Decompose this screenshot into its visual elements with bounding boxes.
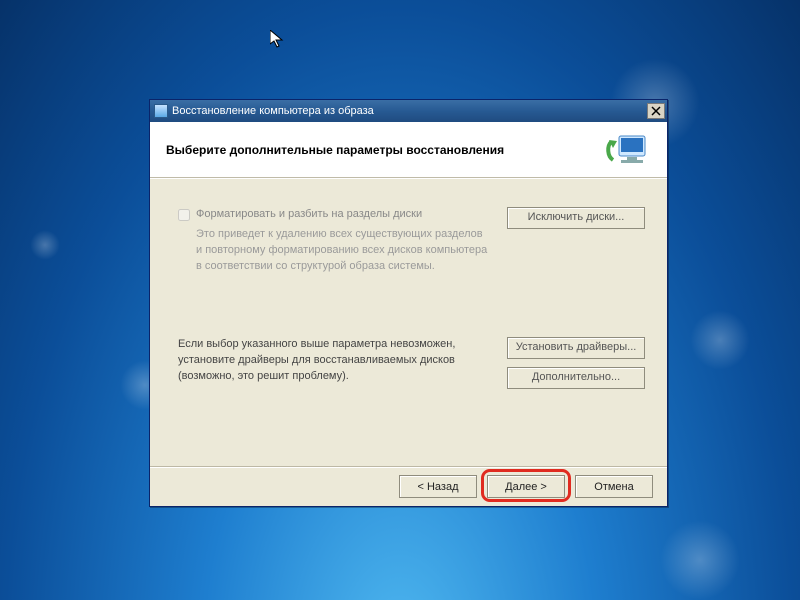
restore-dialog: Восстановление компьютера из образа Выбе…: [149, 99, 668, 507]
window-title: Восстановление компьютера из образа: [172, 105, 647, 117]
cancel-button[interactable]: Отмена: [575, 475, 653, 498]
exclude-disks-label: Исключить диски...: [528, 210, 625, 226]
bg-flare: [660, 520, 740, 600]
wizard-header-title: Выберите дополнительные параметры восста…: [166, 143, 603, 157]
format-checkbox-text: Форматировать и разбить на разделы диски: [196, 207, 422, 223]
format-checkbox-label[interactable]: Форматировать и разбить на разделы диски: [178, 207, 497, 223]
wizard-header: Выберите дополнительные параметры восста…: [150, 122, 667, 178]
close-button[interactable]: [647, 103, 665, 119]
cursor-icon: [270, 30, 290, 50]
drivers-help-row: Если выбор указанного выше параметра нев…: [178, 337, 645, 389]
advanced-button[interactable]: Дополнительно...: [507, 367, 645, 389]
wizard-body: Форматировать и разбить на разделы диски…: [150, 179, 667, 469]
back-label: < Назад: [418, 481, 459, 493]
cancel-label: Отмена: [594, 481, 633, 493]
app-icon: [154, 104, 168, 118]
format-option-row: Форматировать и разбить на разделы диски…: [178, 207, 645, 275]
restore-image-icon: [603, 130, 651, 170]
next-label: Далее >: [505, 481, 547, 493]
install-drivers-button[interactable]: Установить драйверы...: [507, 337, 645, 359]
install-drivers-label: Установить драйверы...: [516, 340, 637, 356]
advanced-label: Дополнительно...: [532, 370, 620, 386]
close-icon: [651, 106, 661, 116]
format-checkbox[interactable]: [178, 209, 190, 221]
next-button[interactable]: Далее >: [487, 475, 565, 498]
exclude-disks-button[interactable]: Исключить диски...: [507, 207, 645, 229]
bg-flare: [30, 230, 60, 260]
back-button[interactable]: < Назад: [399, 475, 477, 498]
titlebar[interactable]: Восстановление компьютера из образа: [150, 100, 667, 122]
drivers-desc: Если выбор указанного выше параметра нев…: [178, 337, 497, 389]
bg-flare: [690, 310, 750, 370]
wizard-footer: < Назад Далее > Отмена: [150, 466, 667, 506]
format-desc: Это приведет к удалению всех существующи…: [178, 227, 497, 275]
